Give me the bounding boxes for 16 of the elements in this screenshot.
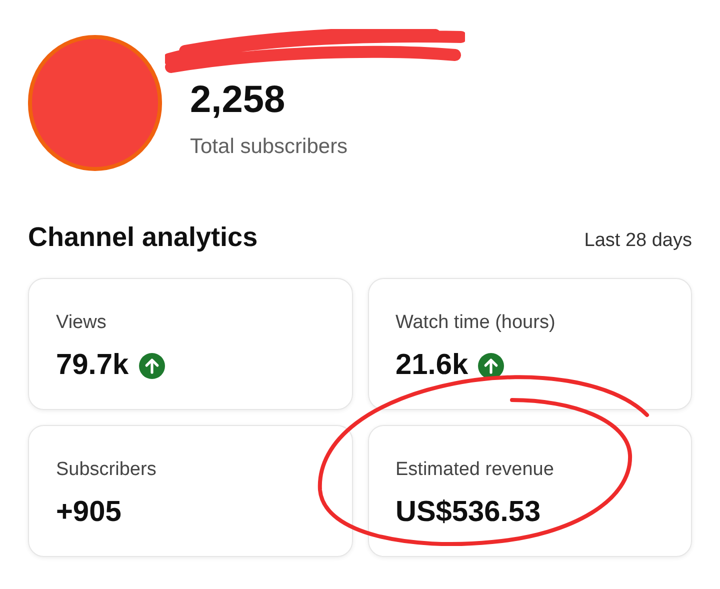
metric-card[interactable]: Views 79.7k bbox=[28, 278, 352, 410]
period-label: Last 28 days bbox=[584, 229, 692, 253]
metric-label: Views bbox=[56, 310, 108, 334]
metric-card[interactable]: Estimated revenue US$536.53 bbox=[368, 424, 692, 556]
metric-label: Estimated revenue bbox=[396, 458, 555, 482]
metric-value: 21.6k bbox=[396, 351, 468, 380]
metric-card[interactable]: Watch time (hours) 21.6k bbox=[368, 278, 692, 410]
section-title: Channel analytics bbox=[28, 221, 258, 254]
metric-card[interactable]: Subscribers +905 bbox=[28, 424, 352, 556]
metric-label: Subscribers bbox=[56, 458, 158, 482]
subscriber-label: Total subscribers bbox=[190, 134, 349, 160]
subscriber-count: 2,258 bbox=[190, 81, 286, 119]
metric-value: +905 bbox=[56, 498, 122, 527]
metric-value: 79.7k bbox=[56, 351, 129, 380]
metric-value: US$536.53 bbox=[396, 498, 541, 527]
metric-label: Watch time (hours) bbox=[396, 310, 556, 334]
